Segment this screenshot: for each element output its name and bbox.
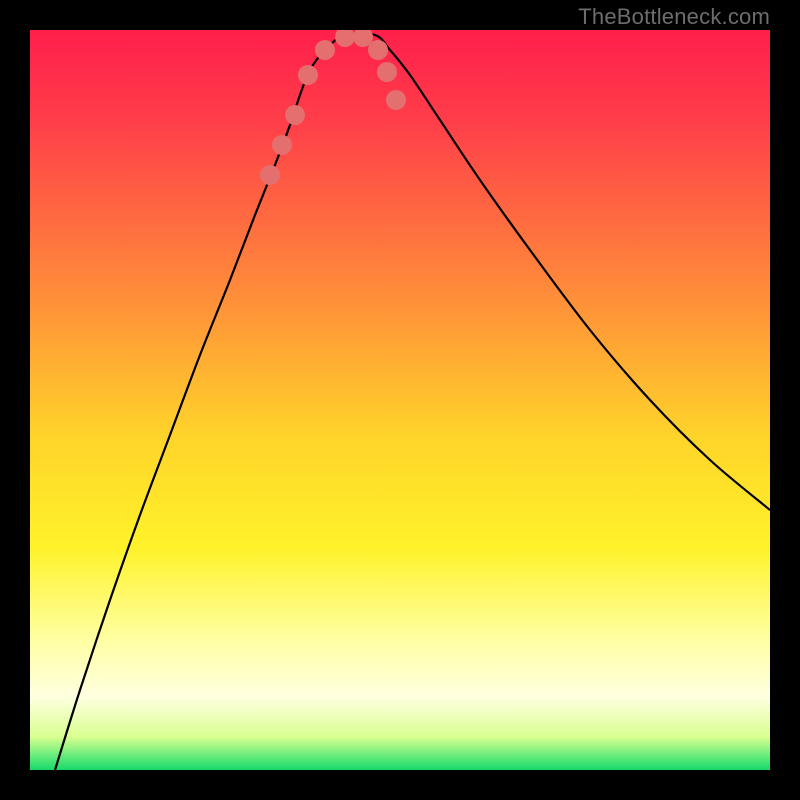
marker-dot	[315, 40, 335, 60]
highlight-markers	[260, 30, 406, 185]
marker-dot	[272, 135, 292, 155]
marker-dot	[285, 105, 305, 125]
marker-dot	[260, 165, 280, 185]
marker-dot	[368, 40, 388, 60]
chart-svg	[30, 30, 770, 770]
marker-dot	[298, 65, 318, 85]
frame-right	[770, 0, 800, 800]
frame-bottom	[0, 770, 800, 800]
marker-dot	[335, 30, 355, 47]
marker-dot	[386, 90, 406, 110]
frame-left	[0, 0, 30, 800]
marker-dot	[377, 62, 397, 82]
plot-area	[30, 30, 770, 770]
watermark-text: TheBottleneck.com	[578, 4, 770, 30]
bottleneck-curve	[55, 33, 770, 770]
